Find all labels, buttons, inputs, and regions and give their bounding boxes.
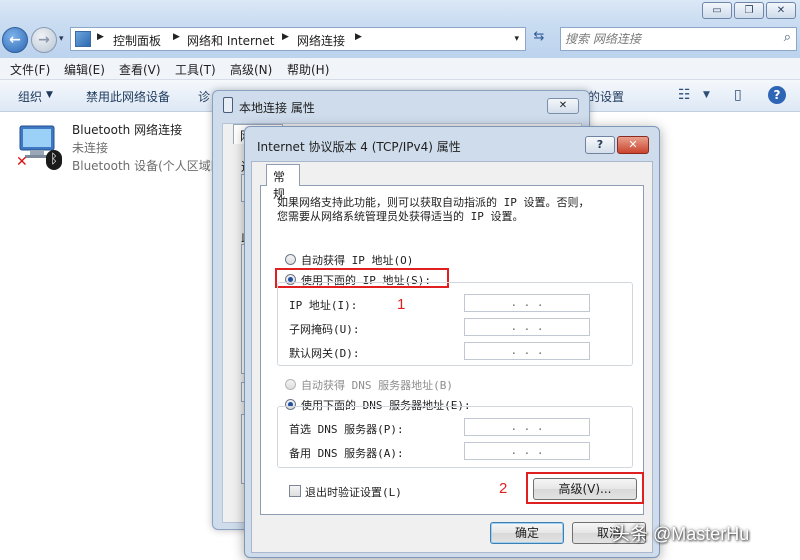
validate-settings-label[interactable]: 退出时验证设置(L)	[305, 484, 402, 500]
dialog-body: 常规 如果网络支持此功能，则可以获取自动指派的 IP 设置。否则， 您需要从网络…	[251, 161, 653, 553]
recent-pages-dropdown-icon[interactable]: ▾	[59, 34, 64, 44]
search-input[interactable]	[565, 30, 765, 48]
breadcrumb-separator-icon[interactable]: ▶	[355, 32, 362, 42]
preferred-dns-label: 首选 DNS 服务器(P):	[289, 423, 404, 436]
menu-view[interactable]: 查看(V)	[119, 61, 161, 78]
menu-help[interactable]: 帮助(H)	[287, 61, 329, 78]
radio-auto-dns[interactable]	[285, 379, 296, 390]
dns-server-group: 首选 DNS 服务器(P): . . . 备用 DNS 服务器(A): . . …	[277, 406, 633, 468]
default-gateway-field[interactable]: . . .	[464, 342, 590, 360]
preferred-dns-field[interactable]: . . .	[464, 418, 590, 436]
alternate-dns-field[interactable]: . . .	[464, 442, 590, 460]
subnet-mask-field[interactable]: . . .	[464, 318, 590, 336]
annotation-label-1: 1	[397, 296, 406, 313]
subnet-mask-label: 子网掩码(U):	[289, 323, 360, 336]
help-icon[interactable]: ?	[768, 86, 786, 104]
alternate-dns-label: 备用 DNS 服务器(A):	[289, 447, 404, 460]
bluetooth-icon: ᛒ	[46, 150, 62, 170]
forward-button[interactable]: →	[31, 27, 57, 53]
description-line-1: 如果网络支持此功能，则可以获取自动指派的 IP 设置。否则，	[277, 196, 590, 209]
refresh-icon[interactable]: ⇆	[528, 29, 550, 49]
dialog-description: 如果网络支持此功能，则可以获取自动指派的 IP 设置。否则， 您需要从网络系统管…	[277, 196, 637, 224]
connection-name[interactable]: Bluetooth 网络连接	[72, 121, 182, 138]
radio-auto-ip-label[interactable]: 自动获得 IP 地址(O)	[301, 252, 413, 268]
address-bar[interactable]: ▶ 控制面板 ▶ 网络和 Internet ▶ 网络连接 ▶ ▾	[70, 27, 526, 51]
validate-settings-checkbox[interactable]	[289, 485, 301, 497]
dialog-help-button[interactable]: ?	[585, 136, 615, 154]
general-tab-panel: 如果网络支持此功能，则可以获取自动指派的 IP 设置。否则， 您需要从网络系统管…	[260, 185, 644, 515]
breadcrumb-network-internet[interactable]: 网络和 Internet	[187, 32, 274, 49]
address-dropdown-icon[interactable]: ▾	[514, 34, 519, 44]
breadcrumb-separator-icon[interactable]: ▶	[173, 32, 180, 42]
change-view-icon[interactable]: ☷	[678, 87, 691, 103]
ip-address-group: IP 地址(I): . . . 子网掩码(U): . . . 默认网关(D): …	[277, 282, 633, 366]
default-gateway-label: 默认网关(D):	[289, 347, 360, 360]
menu-bar: 文件(F) 编辑(E) 查看(V) 工具(T) 高级(N) 帮助(H)	[0, 58, 800, 80]
organize-button[interactable]: 组织	[18, 88, 42, 105]
disconnected-x-icon: ✕	[16, 154, 28, 170]
window-titlebar: ▭ ❐ ✕	[0, 0, 800, 24]
menu-file[interactable]: 文件(F)	[10, 61, 50, 78]
diagnose-button[interactable]: 诊	[198, 88, 210, 105]
organize-dropdown-icon[interactable]: ▼	[46, 90, 53, 100]
ipv4-properties-dialog: Internet 协议版本 4 (TCP/IPv4) 属性 ? ✕ 常规 如果网…	[244, 126, 660, 558]
bg-dialog-close-button[interactable]: ✕	[547, 98, 579, 114]
change-settings-button[interactable]: 的设置	[588, 88, 624, 105]
dialog-close-button[interactable]: ✕	[617, 136, 649, 154]
radio-auto-dns-label[interactable]: 自动获得 DNS 服务器地址(B)	[301, 377, 453, 393]
watermark: 头条 @MasterHu	[612, 524, 750, 544]
tab-general[interactable]: 常规	[266, 164, 300, 201]
menu-edit[interactable]: 编辑(E)	[64, 61, 105, 78]
view-dropdown-icon[interactable]: ▼	[703, 90, 710, 100]
bluetooth-connection-icon[interactable]: ✕ ᛒ	[16, 122, 64, 172]
network-adapter-icon	[223, 97, 233, 113]
ip-address-label: IP 地址(I):	[289, 299, 358, 312]
connection-status: 未连接	[72, 141, 109, 155]
connection-device: Bluetooth 设备(个人区域网	[72, 159, 223, 173]
minimize-button[interactable]: ▭	[702, 2, 732, 19]
dialog-title: Internet 协议版本 4 (TCP/IPv4) 属性	[257, 140, 461, 154]
menu-advanced[interactable]: 高级(N)	[230, 61, 272, 78]
maximize-button[interactable]: ❐	[734, 2, 764, 19]
search-box[interactable]: ⌕	[560, 27, 797, 51]
close-window-button[interactable]: ✕	[766, 2, 796, 19]
preview-pane-icon[interactable]: ▯	[734, 87, 742, 103]
disable-device-button[interactable]: 禁用此网络设备	[86, 88, 170, 105]
radio-auto-ip[interactable]	[285, 254, 296, 265]
ip-address-field[interactable]: . . .	[464, 294, 590, 312]
breadcrumb-separator-icon[interactable]: ▶	[282, 32, 289, 42]
annotation-label-2: 2	[499, 480, 508, 497]
control-panel-icon	[75, 31, 91, 47]
breadcrumb-separator-icon[interactable]: ▶	[97, 32, 104, 42]
address-row: ← → ▾ ▶ 控制面板 ▶ 网络和 Internet ▶ 网络连接 ▶ ▾ ⇆…	[0, 24, 800, 58]
description-line-2: 您需要从网络系统管理员处获得适当的 IP 设置。	[277, 210, 524, 223]
back-button[interactable]: ←	[2, 27, 28, 53]
breadcrumb-network-connections[interactable]: 网络连接	[297, 32, 345, 49]
menu-tools[interactable]: 工具(T)	[175, 61, 216, 78]
bg-dialog-title: 本地连接 属性	[239, 101, 315, 115]
breadcrumb-control-panel[interactable]: 控制面板	[113, 32, 161, 49]
advanced-button[interactable]: 高级(V)...	[533, 478, 637, 500]
search-icon[interactable]: ⌕	[784, 30, 791, 45]
ok-button[interactable]: 确定	[490, 522, 564, 544]
